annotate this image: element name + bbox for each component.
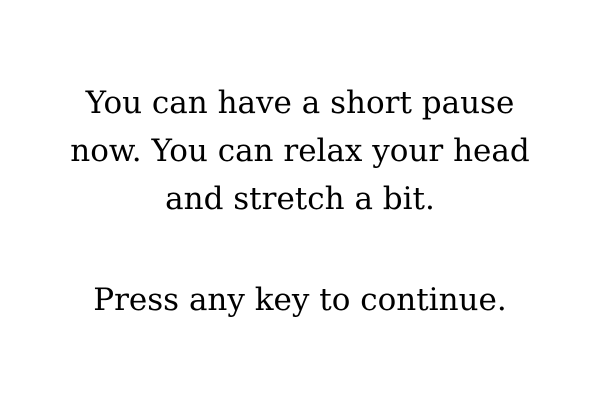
pause-message-line-3: and stretch a bit. — [165, 181, 435, 217]
continue-prompt-text: Press any key to continue. — [93, 282, 507, 318]
pause-message-line-1: You can have a short pause — [85, 85, 515, 121]
pause-message-line-2: now. You can relax your head — [70, 133, 530, 169]
pause-message: You can have a short pause now. You can … — [0, 79, 600, 223]
pause-screen[interactable]: You can have a short pause now. You can … — [0, 0, 600, 400]
continue-prompt: Press any key to continue. — [0, 276, 600, 324]
